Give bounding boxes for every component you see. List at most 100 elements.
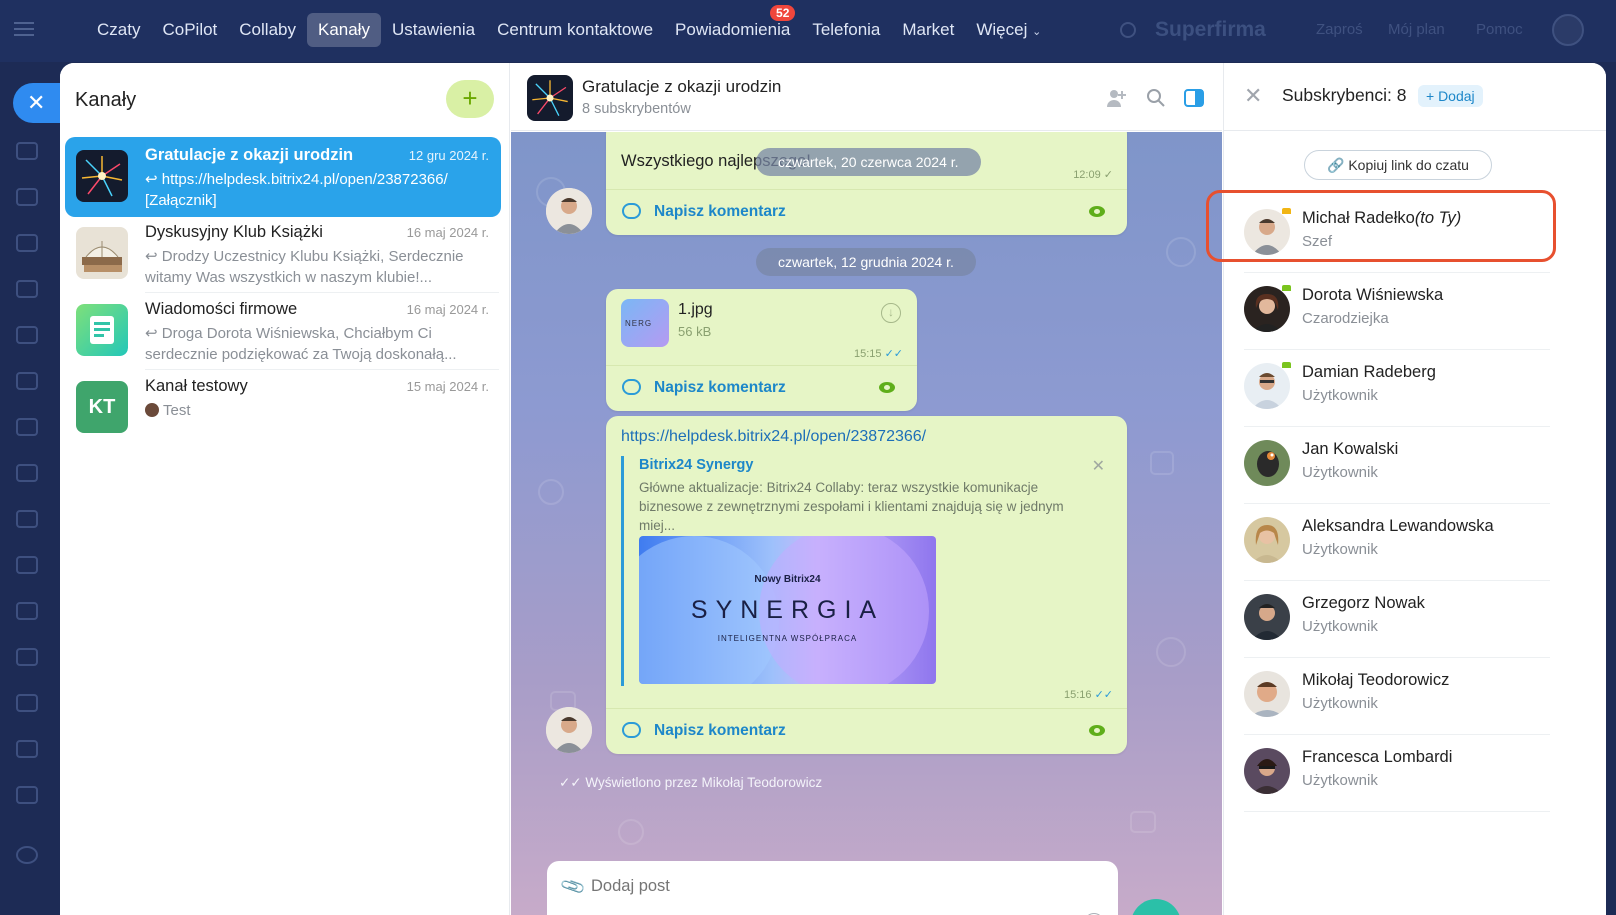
subscriber-name: Aleksandra Lewandowska	[1302, 517, 1494, 535]
sidebar-toggle-icon[interactable]	[1183, 87, 1205, 109]
comment-row[interactable]: Napisz komentarz	[606, 708, 1127, 754]
nav-item-more[interactable]: Więcej ⌄	[965, 13, 1052, 47]
calendar-icon[interactable]	[16, 234, 38, 252]
avatar	[1244, 671, 1290, 717]
channel-item-book-club[interactable]: Dyskusyjny Klub Książki 16 maj 2024 r. ↩…	[65, 214, 501, 294]
subscriber-name: Damian Radeberg	[1302, 363, 1436, 381]
settings-icon[interactable]	[16, 846, 38, 864]
search-icon[interactable]	[1145, 87, 1167, 109]
subscriber-row[interactable]: Jan Kowalski Użytkownik	[1240, 426, 1550, 504]
channel-preview: ↩ Droga Dorota Wiśniewska, Chciałbym Ci …	[145, 325, 457, 363]
file-thumbnail[interactable]: NERG	[621, 299, 669, 347]
subscriber-role: Użytkownik	[1302, 387, 1378, 404]
nav-item-channels[interactable]: Kanały	[306, 13, 381, 47]
subscriber-row[interactable]: Aleksandra Lewandowska Użytkownik	[1240, 503, 1550, 581]
file-name[interactable]: 1.jpg	[678, 301, 713, 319]
nav-item-market[interactable]: Market	[891, 13, 965, 47]
my-plan-link[interactable]: Mój plan	[1388, 21, 1445, 38]
nav-item-copilot[interactable]: CoPilot	[151, 13, 228, 47]
groups-icon[interactable]	[16, 418, 38, 436]
document-icon[interactable]	[16, 280, 38, 298]
tasks-icon[interactable]	[16, 510, 38, 528]
write-comment-link[interactable]: Napisz komentarz	[654, 722, 786, 740]
drive-icon[interactable]	[16, 326, 38, 344]
subscriber-row[interactable]: Francesca Lombardi Użytkownik	[1240, 734, 1550, 812]
notification-count-badge: 52	[770, 5, 796, 21]
add-subscriber-button[interactable]: + Dodaj	[1418, 85, 1483, 107]
subscriber-role: Użytkownik	[1302, 618, 1378, 635]
avatar[interactable]	[546, 707, 592, 753]
close-icon: ✕	[27, 90, 46, 115]
nav-item-settings[interactable]: Ustawienia	[381, 13, 486, 47]
comment-row[interactable]: Napisz komentarz	[606, 189, 1127, 235]
channel-preview-text: Test	[163, 402, 191, 419]
subscriber-row[interactable]: Dorota Wiśniewska Czarodziejka	[1240, 272, 1550, 350]
write-comment-link[interactable]: Napisz komentarz	[654, 379, 786, 397]
current-user-highlight	[1206, 190, 1556, 262]
nav-item-more-label: Więcej	[976, 20, 1028, 39]
books-thumbnail	[76, 227, 128, 279]
comment-row[interactable]: Napisz komentarz	[606, 365, 917, 411]
channel-date: 16 maj 2024 r.	[406, 302, 489, 317]
chat-icon[interactable]	[16, 188, 38, 206]
nav-item-notifications-label: Powiadomienia	[675, 20, 791, 39]
menu-icon[interactable]	[14, 22, 34, 36]
copy-chat-link-label: Kopiuj link do czatu	[1348, 157, 1469, 173]
store-icon[interactable]	[16, 740, 38, 758]
avatar[interactable]	[546, 188, 592, 234]
comment-icon	[622, 379, 641, 395]
channel-item-company-news[interactable]: Wiadomości firmowe 16 maj 2024 r. ↩ Drog…	[65, 291, 501, 371]
paperclip-icon[interactable]: 📎	[559, 873, 587, 901]
feed-icon[interactable]	[16, 142, 38, 160]
avatar	[1244, 286, 1290, 332]
subscriber-row[interactable]: Grzegorz Nowak Użytkownik	[1240, 580, 1550, 658]
help-link[interactable]: Pomoc	[1476, 21, 1523, 38]
crm-icon[interactable]	[16, 556, 38, 574]
add-user-icon[interactable]	[1105, 87, 1127, 109]
channel-item-birthday[interactable]: Gratulacje z okazji urodzin 12 gru 2024 …	[65, 137, 501, 217]
preview-image[interactable]: Nowy Bitrix24 SYNERGIA INTELIGENTNA WSPÓ…	[639, 536, 936, 684]
avatar	[1244, 594, 1290, 640]
link-message-bubble[interactable]: https://helpdesk.bitrix24.pl/open/238723…	[606, 416, 1127, 754]
add-channel-button[interactable]: +	[446, 80, 494, 118]
user-avatar[interactable]	[1552, 14, 1584, 46]
seen-by-status: ✓✓ Wyświetlono przez Mikołaj Teodorowicz	[559, 775, 822, 791]
send-icon: ➤	[1147, 911, 1165, 915]
invite-link[interactable]: Zaproś	[1316, 21, 1363, 38]
fireworks-thumbnail[interactable]	[527, 75, 573, 121]
download-icon[interactable]: ↓	[881, 303, 901, 323]
board-icon[interactable]	[16, 464, 38, 482]
nav-item-collaby[interactable]: Collaby	[228, 13, 307, 47]
nav-item-notifications[interactable]: Powiadomienia 52	[664, 5, 801, 47]
eye-icon	[879, 382, 895, 393]
close-icon[interactable]: ✕	[1244, 83, 1262, 109]
search-icon[interactable]	[1120, 22, 1136, 38]
file-message-bubble[interactable]: NERG 1.jpg 56 kB ↓ 15:15 ✓✓ Napisz komen…	[606, 289, 917, 411]
post-input-box[interactable]: 📎 ☺	[547, 861, 1118, 915]
nav-item-telephony[interactable]: Telefonia	[801, 13, 891, 47]
chat-title[interactable]: Gratulacje z okazji urodzin	[582, 77, 781, 97]
subscriber-row[interactable]: Damian Radeberg Użytkownik	[1240, 349, 1550, 427]
sales-icon[interactable]	[16, 602, 38, 620]
message-link[interactable]: https://helpdesk.bitrix24.pl/open/238723…	[621, 428, 926, 446]
schedule-icon[interactable]	[16, 786, 38, 804]
analytics-icon[interactable]	[16, 648, 38, 666]
nav-item-contact-center[interactable]: Centrum kontaktowe	[486, 13, 664, 47]
preview-title[interactable]: Bitrix24 Synergy	[639, 457, 753, 473]
copy-chat-link-button[interactable]: 🔗 Kopiuj link do czatu	[1304, 150, 1492, 180]
channel-date: 15 maj 2024 r.	[406, 379, 489, 394]
write-comment-link[interactable]: Napisz komentarz	[654, 203, 786, 221]
left-rail	[0, 62, 60, 915]
nav-item-chats[interactable]: Czaty	[86, 13, 151, 47]
file-size: 56 kB	[678, 324, 712, 339]
chat-messages-area[interactable]: Wszystkiego najlepszego! 12:09 ✓ Napisz …	[511, 132, 1222, 915]
cart-icon[interactable]	[16, 694, 38, 712]
channel-item-test[interactable]: KT Kanał testowy 15 maj 2024 r. Test	[65, 368, 501, 448]
mail-icon[interactable]	[16, 372, 38, 390]
subscriber-row[interactable]: Mikołaj Teodorowicz Użytkownik	[1240, 657, 1550, 735]
close-icon[interactable]: ✕	[1092, 456, 1105, 476]
post-input[interactable]	[591, 873, 1071, 899]
subscriber-name: Grzegorz Nowak	[1302, 594, 1425, 612]
avatar	[145, 403, 159, 417]
date-separator: czwartek, 20 czerwca 2024 r.	[756, 148, 981, 176]
